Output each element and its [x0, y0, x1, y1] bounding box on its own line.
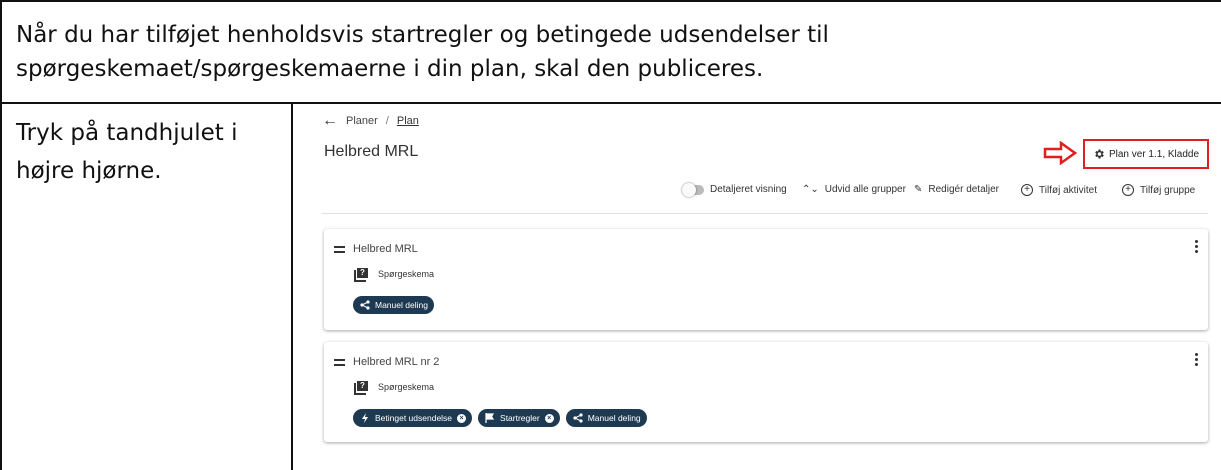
- questionnaire-icon: ?: [354, 381, 368, 395]
- chip-label: Betinget udsendelse: [375, 413, 453, 423]
- activity-row[interactable]: ? Spørgeskema: [354, 381, 435, 395]
- group-title: Helbred MRL: [353, 243, 418, 255]
- chip-label: Manuel deling: [375, 300, 428, 310]
- questionnaire-icon: ?: [354, 268, 368, 282]
- breadcrumb: ← Planer / Plan: [322, 113, 419, 129]
- share-icon: [360, 300, 370, 310]
- toolbar: Detaljeret visning ⌃⌄ Udvid alle grupper…: [682, 182, 1202, 204]
- remove-chip-icon[interactable]: ×: [544, 413, 554, 423]
- intro-text: Når du har tilføjet henholdsvis startreg…: [0, 0, 1221, 104]
- group-card[interactable]: Helbred MRL ? Spørgeskema Manuel deling: [324, 229, 1208, 330]
- group-title: Helbred MRL nr 2: [353, 356, 440, 368]
- detailed-view-label: Detaljeret visning: [710, 184, 787, 195]
- more-options-icon[interactable]: [1194, 353, 1198, 366]
- chip-conditional-send[interactable]: Betinget udsendelse ×: [353, 409, 473, 427]
- chip-manual-sharing[interactable]: Manuel deling: [565, 409, 647, 427]
- toggle-switch-icon: [682, 182, 704, 197]
- add-activity-button[interactable]: + Tilføj aktivitet: [1021, 184, 1097, 196]
- chip-label: Startregler: [500, 413, 540, 423]
- add-group-label: Tilføj gruppe: [1140, 184, 1196, 196]
- gear-icon: [1095, 149, 1104, 159]
- edit-details-button[interactable]: ✎ Redigér detaljer: [914, 184, 999, 195]
- chip-list: Betinget udsendelse × Startregler × Manu…: [353, 409, 647, 427]
- breadcrumb-current[interactable]: Plan: [397, 115, 419, 127]
- share-icon: [573, 413, 583, 423]
- expand-groups-button[interactable]: ⌃⌄ Udvid alle grupper: [802, 184, 906, 195]
- remove-chip-icon[interactable]: ×: [457, 413, 467, 423]
- group-title-row: Helbred MRL: [334, 243, 418, 255]
- chip-start-rules[interactable]: Startregler ×: [478, 409, 560, 427]
- chip-label: Manuel deling: [587, 413, 641, 423]
- drag-handle-icon[interactable]: [334, 245, 345, 253]
- activity-label: Spørgeskema: [378, 382, 435, 392]
- edit-details-label: Redigér detaljer: [928, 184, 999, 195]
- app-screenshot: ← Planer / Plan Helbred MRL Plan ver 1.1…: [312, 112, 1210, 454]
- back-arrow-icon[interactable]: ←: [322, 113, 338, 129]
- more-options-icon[interactable]: [1194, 240, 1198, 253]
- breadcrumb-parent[interactable]: Planer: [346, 115, 378, 127]
- breadcrumb-separator: /: [385, 115, 389, 127]
- expand-groups-label: Udvid alle grupper: [824, 184, 906, 195]
- divider: [322, 213, 1208, 214]
- chip-manual-sharing[interactable]: Manuel deling: [353, 296, 434, 314]
- step-text: Tryk på tandhjulet i højre hjørne.: [0, 104, 293, 470]
- add-circle-icon: +: [1021, 184, 1033, 196]
- flag-icon: [485, 413, 495, 423]
- add-circle-icon: +: [1122, 184, 1134, 196]
- red-arrow-icon: [1043, 141, 1077, 165]
- detailed-view-toggle[interactable]: Detaljeret visning: [682, 182, 787, 197]
- add-group-button[interactable]: + Tilføj gruppe: [1122, 184, 1195, 196]
- group-title-row: Helbred MRL nr 2: [334, 356, 439, 368]
- drag-handle-icon[interactable]: [334, 358, 345, 366]
- activity-row[interactable]: ? Spørgeskema: [354, 268, 435, 282]
- lightning-icon: [362, 413, 368, 423]
- plan-settings-button[interactable]: Plan ver 1.1, Kladde: [1083, 139, 1209, 169]
- chip-list: Manuel deling: [353, 296, 434, 314]
- activity-label: Spørgeskema: [378, 269, 435, 279]
- page-title: Helbred MRL: [324, 143, 419, 160]
- add-activity-label: Tilføj aktivitet: [1039, 184, 1097, 196]
- plan-version-label: Plan ver 1.1, Kladde: [1108, 148, 1200, 160]
- group-card[interactable]: Helbred MRL nr 2 ? Spørgeskema Betinget …: [324, 342, 1208, 442]
- pencil-icon: ✎: [914, 184, 923, 195]
- unfold-icon: ⌃⌄: [802, 184, 819, 195]
